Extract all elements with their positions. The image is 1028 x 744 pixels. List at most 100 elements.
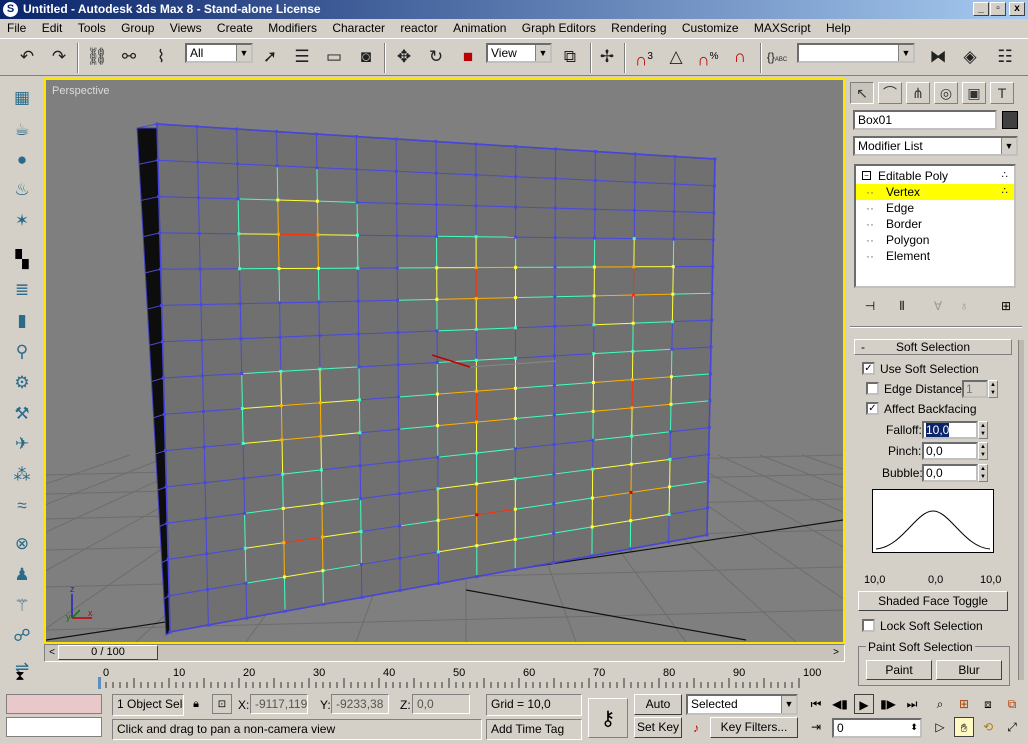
maxscript-listener-input[interactable] xyxy=(6,717,102,737)
falloff-spinner[interactable]: ▲ ▼ xyxy=(978,421,988,439)
use-pivot-center-icon[interactable]: ⧉ xyxy=(558,45,582,69)
named-selection-dropdown[interactable]: ▼ xyxy=(797,43,915,63)
use-soft-selection-checkbox[interactable]: ✓ xyxy=(862,362,875,375)
chevron-right-icon[interactable]: > xyxy=(830,645,842,660)
close-button[interactable]: x xyxy=(1009,2,1025,16)
viewport-label[interactable]: Perspective xyxy=(52,85,109,97)
menu-edit[interactable]: Edit xyxy=(35,19,68,35)
stack-item-border[interactable]: ·· Border xyxy=(856,216,1014,232)
panel-scrollbar[interactable] xyxy=(1018,340,1024,680)
spinner-icon[interactable]: ⬍ xyxy=(904,717,924,737)
box-icon[interactable]: ▦ xyxy=(10,86,34,110)
gear-icon[interactable]: ⚙ xyxy=(10,371,34,395)
menu-views[interactable]: Views xyxy=(163,19,207,35)
cylinder-icon[interactable]: ▮ xyxy=(10,309,34,333)
3ds-max-icon[interactable]: S xyxy=(3,2,18,17)
align-icon[interactable]: ◈ xyxy=(958,45,982,69)
pin-stack-icon[interactable]: ⊣ xyxy=(860,296,880,316)
bone-icon[interactable]: ⚚ xyxy=(10,594,34,618)
camera-icon[interactable]: ⚲ xyxy=(10,340,34,364)
modify-tab-icon[interactable]: ⌒ xyxy=(878,82,902,104)
affect-backfacing-checkbox[interactable]: ✓ xyxy=(866,402,879,415)
viewport-canvas[interactable]: x y z xyxy=(46,80,843,642)
select-and-move-icon[interactable]: ✥ xyxy=(392,45,416,69)
maximize-viewport-icon[interactable]: ⤢ xyxy=(1002,717,1022,737)
current-time-marker[interactable] xyxy=(98,677,101,689)
stack-item-vertex[interactable]: ·· Vertex ∴ xyxy=(856,184,1014,200)
default-tangent-icon[interactable]: ♪ xyxy=(686,718,706,738)
edge-distance-checkbox[interactable] xyxy=(866,382,879,395)
perspective-viewport[interactable]: x y z Perspective xyxy=(44,78,845,644)
shaded-face-toggle-button[interactable]: Shaded Face Toggle xyxy=(858,591,1008,611)
select-and-scale-icon[interactable]: ■ xyxy=(456,45,480,69)
utilities-tab-icon[interactable]: T xyxy=(990,82,1014,104)
sphere-icon[interactable]: ● xyxy=(10,148,34,172)
particle-icon[interactable]: ⁂ xyxy=(10,463,34,487)
modifier-list-dropdown[interactable]: Modifier List ▼ xyxy=(853,136,1018,156)
selection-filter-dropdown[interactable]: All ▼ xyxy=(185,43,253,63)
time-slider[interactable]: < 0 / 100 > xyxy=(44,644,845,662)
add-time-tag[interactable]: Add Time Tag xyxy=(486,719,582,740)
menu-reactor[interactable]: reactor xyxy=(393,19,442,35)
key-selection-dropdown[interactable]: Selected ▼ xyxy=(686,694,798,715)
jet-icon[interactable]: ✈ xyxy=(10,432,34,456)
menu-graph-editors[interactable]: Graph Editors xyxy=(515,19,601,35)
key-mode-toggle-icon[interactable]: ⇥ xyxy=(806,717,826,737)
select-object-icon[interactable]: ➚ xyxy=(258,45,282,69)
remove-modifier-icon[interactable]: ♁ xyxy=(954,296,974,316)
next-frame-icon[interactable]: ▮▶ xyxy=(878,694,898,714)
object-color-swatch[interactable] xyxy=(1002,111,1018,129)
snap-toggle-icon[interactable]: ∩3 xyxy=(632,45,656,70)
biped-icon[interactable]: ♟ xyxy=(10,563,34,587)
menu-character[interactable]: Character xyxy=(325,19,390,35)
hammer-icon[interactable]: ⚒ xyxy=(10,402,34,426)
checker-icon[interactable]: ▚ xyxy=(10,248,34,272)
redo-icon[interactable]: ↷ xyxy=(47,45,71,69)
mirror-icon[interactable]: ⧓ xyxy=(926,45,950,69)
configure-modifier-sets-icon[interactable]: ⊞ xyxy=(996,296,1016,316)
hierarchy-tab-icon[interactable]: ⋔ xyxy=(906,82,930,104)
reference-coordinate-dropdown[interactable]: View ▼ xyxy=(486,43,552,63)
stack-icon[interactable]: ≣ xyxy=(10,278,34,302)
zoom-extents-icon[interactable]: ⧈ xyxy=(978,694,998,714)
window-crossing-icon[interactable]: ◙ xyxy=(354,45,378,69)
bubble-spinner[interactable]: ▲ ▼ xyxy=(978,464,988,482)
unlink-icon[interactable]: ⚯ xyxy=(117,45,141,69)
set-key-button[interactable]: Set Key xyxy=(634,717,682,738)
x-coordinate-field[interactable]: -9117,119 xyxy=(250,694,308,714)
motion-tab-icon[interactable]: ◎ xyxy=(934,82,958,104)
lock-soft-selection-checkbox[interactable] xyxy=(862,619,875,632)
open-mini-curve-editor-icon[interactable]: ⧗ xyxy=(8,667,32,685)
bubble-input[interactable]: 0,0 xyxy=(922,464,978,482)
menu-animation[interactable]: Animation xyxy=(446,19,511,35)
maxscript-listener-mini[interactable] xyxy=(6,694,102,714)
soft-selection-rollout-header[interactable]: - Soft Selection xyxy=(854,339,1012,355)
key-filters-button[interactable]: Key Filters... xyxy=(710,717,798,738)
teapot-icon[interactable]: ☕ xyxy=(10,118,34,142)
display-tab-icon[interactable]: ▣ xyxy=(962,82,986,104)
time-slider-thumb[interactable]: 0 / 100 xyxy=(58,645,158,660)
minimize-button[interactable]: _ xyxy=(973,2,989,16)
zoom-icon[interactable]: ⌕ xyxy=(930,694,950,714)
pinch-input[interactable]: 0,0 xyxy=(922,442,978,460)
pan-hand-icon[interactable]: ✋︎ xyxy=(954,717,974,737)
make-unique-icon[interactable]: ∀ xyxy=(928,296,948,316)
auto-key-button[interactable]: Auto Key xyxy=(634,694,682,729)
bind-space-warp-icon[interactable]: ⌇ xyxy=(149,45,173,69)
menu-customize[interactable]: Customize xyxy=(675,19,744,35)
y-coordinate-field[interactable]: -9233,38 xyxy=(331,694,389,714)
pinch-spinner[interactable]: ▲ ▼ xyxy=(978,442,988,460)
show-end-result-icon[interactable]: ⫴ xyxy=(892,296,912,316)
edge-distance-spinner[interactable]: ▲ ▼ xyxy=(988,380,998,398)
z-coordinate-field[interactable]: 0,0 xyxy=(412,694,470,714)
select-and-rotate-icon[interactable]: ↻ xyxy=(424,45,448,69)
zoom-extents-all-icon[interactable]: ⧉ xyxy=(1002,694,1022,714)
previous-frame-icon[interactable]: ◀▮ xyxy=(830,694,850,714)
select-by-name-icon[interactable]: ☰ xyxy=(290,45,314,69)
play-icon[interactable]: ▶ xyxy=(854,694,874,714)
object-name-field[interactable]: Box01 xyxy=(853,110,997,130)
skin-icon[interactable]: ☍ xyxy=(10,624,34,648)
menu-modifiers[interactable]: Modifiers xyxy=(261,19,322,35)
rectangular-selection-icon[interactable]: ▭ xyxy=(322,45,346,69)
time-slider-track[interactable] xyxy=(44,644,845,662)
